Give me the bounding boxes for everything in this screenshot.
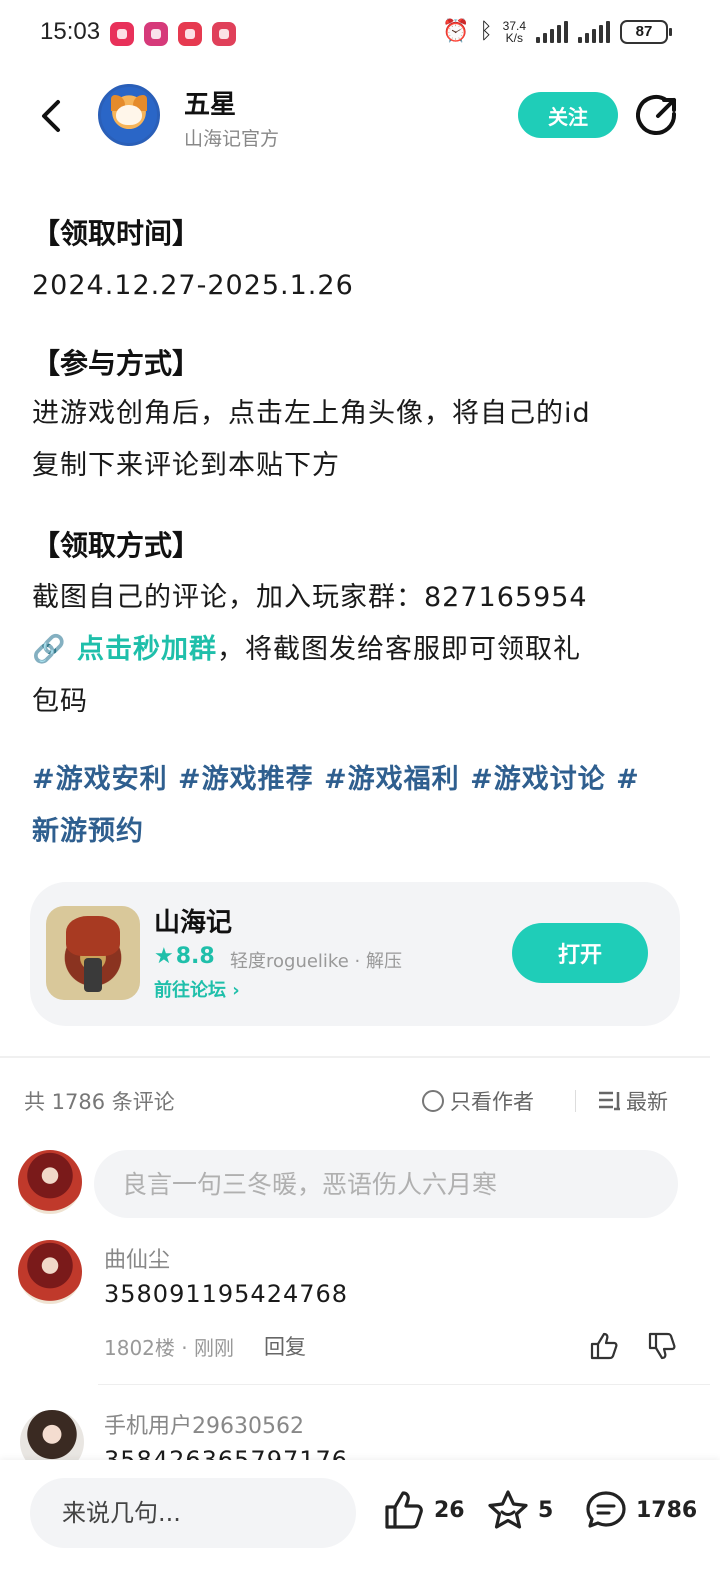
follow-button[interactable]: 关注 bbox=[518, 92, 618, 138]
game-tags: 轻度roguelike · 解压 bbox=[230, 951, 402, 972]
star-icon bbox=[488, 1490, 528, 1529]
author-avatar[interactable] bbox=[98, 84, 160, 146]
game-rating: ★ 8.8 bbox=[154, 944, 215, 969]
back-icon[interactable] bbox=[34, 96, 74, 136]
author-name[interactable]: 五星 bbox=[184, 84, 236, 121]
commenter-avatar[interactable] bbox=[18, 1240, 82, 1304]
comment-meta: 1802楼 · 刚刚 bbox=[104, 1336, 234, 1360]
hashtags-line-1[interactable]: #游戏安利 #游戏推荐 #游戏福利 #游戏讨论 # bbox=[32, 754, 692, 806]
claim-text-after-link: ，将截图发给客服即可领取礼 bbox=[217, 634, 582, 665]
app-notification-icon bbox=[110, 22, 134, 46]
signal-icon bbox=[536, 21, 568, 43]
commenter-avatar[interactable] bbox=[20, 1410, 84, 1464]
like-button[interactable]: 26 bbox=[382, 1488, 465, 1532]
reply-button[interactable]: 回复 bbox=[264, 1331, 306, 1361]
commenter-name[interactable]: 曲仙尘 bbox=[104, 1242, 170, 1274]
chevron-right-icon: › bbox=[232, 980, 240, 1001]
app-notification-icon bbox=[212, 22, 236, 46]
status-time: 15:03 bbox=[40, 18, 101, 45]
commenter-name[interactable]: 手机用户29630562 bbox=[104, 1408, 304, 1440]
app-notification-icon bbox=[144, 22, 168, 46]
bottom-comment-input[interactable] bbox=[30, 1478, 356, 1548]
status-bar: 15:03 ⏰ ᛒ 37.4 K/s 87 bbox=[0, 0, 720, 70]
comment-item: 曲仙尘 358091195424768 1802楼 · 刚刚 回复 bbox=[0, 1236, 720, 1386]
battery-icon: 87 bbox=[620, 20, 672, 44]
hashtags-line-2[interactable]: 新游预约 bbox=[32, 806, 692, 858]
comment-text: 358091195424768 bbox=[104, 1280, 349, 1308]
sort-toggle[interactable]: 最新 bbox=[598, 1086, 668, 1116]
like-count: 26 bbox=[434, 1497, 465, 1523]
section-body-claim-1: 截图自己的评论，加入玩家群：827165954 bbox=[32, 582, 588, 613]
comment-total: 1786 bbox=[636, 1497, 698, 1523]
bottom-action-bar: 26 5 1786 bbox=[0, 1460, 720, 1592]
comment-input[interactable] bbox=[94, 1150, 678, 1218]
section-body-participate-2: 复制下来评论到本贴下方 bbox=[32, 450, 340, 481]
link-icon: 🔗 bbox=[32, 634, 67, 665]
sort-icon bbox=[599, 1091, 620, 1111]
comment-item: 手机用户29630562 358426365797176 bbox=[0, 1404, 720, 1464]
game-name: 山海记 bbox=[154, 908, 233, 938]
radio-icon bbox=[422, 1090, 444, 1112]
forum-link-label: 前往论坛 bbox=[154, 980, 226, 1001]
game-icon[interactable] bbox=[46, 906, 140, 1000]
open-game-button[interactable]: 打开 bbox=[512, 923, 648, 983]
comment-divider bbox=[98, 1384, 710, 1385]
section-body-claim-3: 包码 bbox=[32, 686, 88, 717]
join-group-link-label: 点击秒加群 bbox=[77, 634, 218, 665]
comments-button[interactable]: 1786 bbox=[584, 1488, 697, 1532]
comment-count: 共 1786 条评论 bbox=[24, 1090, 175, 1114]
alarm-icon: ⏰ bbox=[442, 19, 470, 44]
only-author-toggle[interactable]: 只看作者 bbox=[422, 1086, 534, 1116]
signal-icon bbox=[578, 21, 610, 43]
comment-bubble-icon bbox=[586, 1491, 626, 1528]
status-right: ⏰ ᛒ 37.4 K/s 87 bbox=[442, 19, 672, 44]
game-rating-value: 8.8 bbox=[175, 944, 215, 969]
thumbs-down-icon[interactable] bbox=[646, 1330, 678, 1362]
game-card[interactable]: 山海记 ★ 8.8 轻度roguelike · 解压 前往论坛 › 打开 bbox=[30, 882, 680, 1026]
bluetooth-icon: ᛒ bbox=[479, 19, 493, 44]
section-body-time: 2024.12.27-2025.1.26 bbox=[32, 270, 354, 301]
forum-link[interactable]: 前往论坛 › bbox=[154, 976, 240, 1002]
section-title-time: 【领取时间】 bbox=[32, 217, 201, 250]
thumbs-up-icon bbox=[385, 1491, 423, 1529]
star-icon: ★ bbox=[154, 944, 174, 969]
author-subtitle: 山海记官方 bbox=[184, 128, 280, 150]
favorite-button[interactable]: 5 bbox=[486, 1488, 553, 1532]
favorite-count: 5 bbox=[538, 1497, 554, 1523]
thumbs-up-icon[interactable] bbox=[588, 1330, 620, 1362]
section-title-participate: 【参与方式】 bbox=[32, 347, 201, 380]
section-title-claim: 【领取方式】 bbox=[32, 529, 201, 562]
share-icon[interactable] bbox=[636, 94, 680, 138]
join-group-link[interactable]: 🔗 点击秒加群 bbox=[32, 634, 217, 665]
hashtags[interactable]: #游戏安利 #游戏推荐 #游戏福利 #游戏讨论 # 新游预约 bbox=[32, 754, 692, 858]
post-header: 五星 山海记官方 关注 bbox=[0, 70, 720, 160]
only-author-label: 只看作者 bbox=[450, 1090, 534, 1114]
toggle-divider bbox=[575, 1090, 576, 1112]
section-body-participate-1: 进游戏创角后，点击左上角头像，将自己的id bbox=[32, 398, 591, 429]
my-avatar bbox=[18, 1150, 82, 1214]
section-body-claim-2: 🔗 点击秒加群，将截图发给客服即可领取礼 bbox=[32, 624, 692, 676]
network-speed: 37.4 K/s bbox=[503, 20, 526, 44]
notification-icons bbox=[110, 22, 236, 46]
sort-label: 最新 bbox=[626, 1090, 668, 1114]
app-notification-icon bbox=[178, 22, 202, 46]
section-divider bbox=[0, 1056, 710, 1058]
network-speed-unit: K/s bbox=[505, 31, 523, 45]
